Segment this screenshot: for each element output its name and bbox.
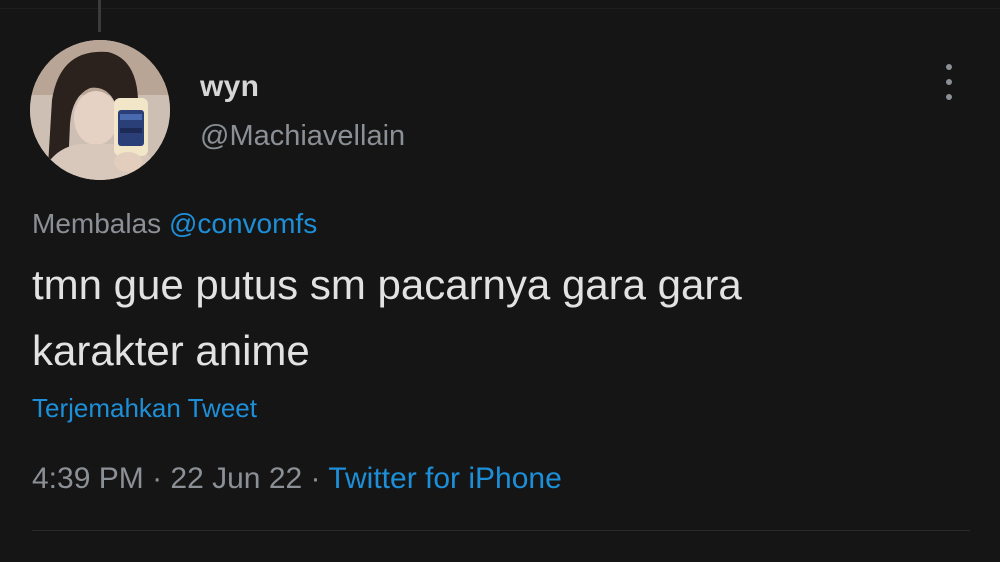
reply-prefix: Membalas (32, 208, 162, 239)
avatar[interactable] (30, 40, 170, 180)
more-options-button[interactable] (936, 64, 962, 100)
reply-context: Membalas @convomfs (32, 208, 317, 240)
tweet-text-line: karakter anime (32, 327, 310, 374)
tweet-date[interactable]: 22 Jun 22 (170, 462, 302, 495)
meta-separator: · (310, 462, 321, 495)
display-name[interactable]: wyn (200, 70, 259, 104)
reply-mention-link[interactable]: @convomfs (169, 208, 317, 239)
bottom-divider (32, 530, 970, 531)
tweet-meta: 4:39 PM · 22 Jun 22 · Twitter for iPhone (32, 462, 562, 496)
tweet-screen: wyn @Machiavellain Membalas @convomfs tm… (0, 0, 1000, 562)
thread-connector-line (98, 0, 101, 32)
more-dot-icon (946, 79, 952, 85)
user-handle[interactable]: @Machiavellain (200, 120, 405, 153)
tweet-time[interactable]: 4:39 PM (32, 462, 144, 495)
tweet-text-line: tmn gue putus sm pacarnya gara gara (32, 261, 742, 308)
meta-separator: · (152, 462, 163, 495)
tweet-source-link[interactable]: Twitter for iPhone (328, 462, 561, 495)
more-dot-icon (946, 94, 952, 100)
profile-photo-icon (30, 40, 170, 180)
top-divider (0, 8, 1000, 9)
more-dot-icon (946, 64, 952, 70)
translate-tweet-link[interactable]: Terjemahkan Tweet (32, 393, 257, 424)
tweet-text: tmn gue putus sm pacarnya gara gara kara… (32, 252, 932, 384)
